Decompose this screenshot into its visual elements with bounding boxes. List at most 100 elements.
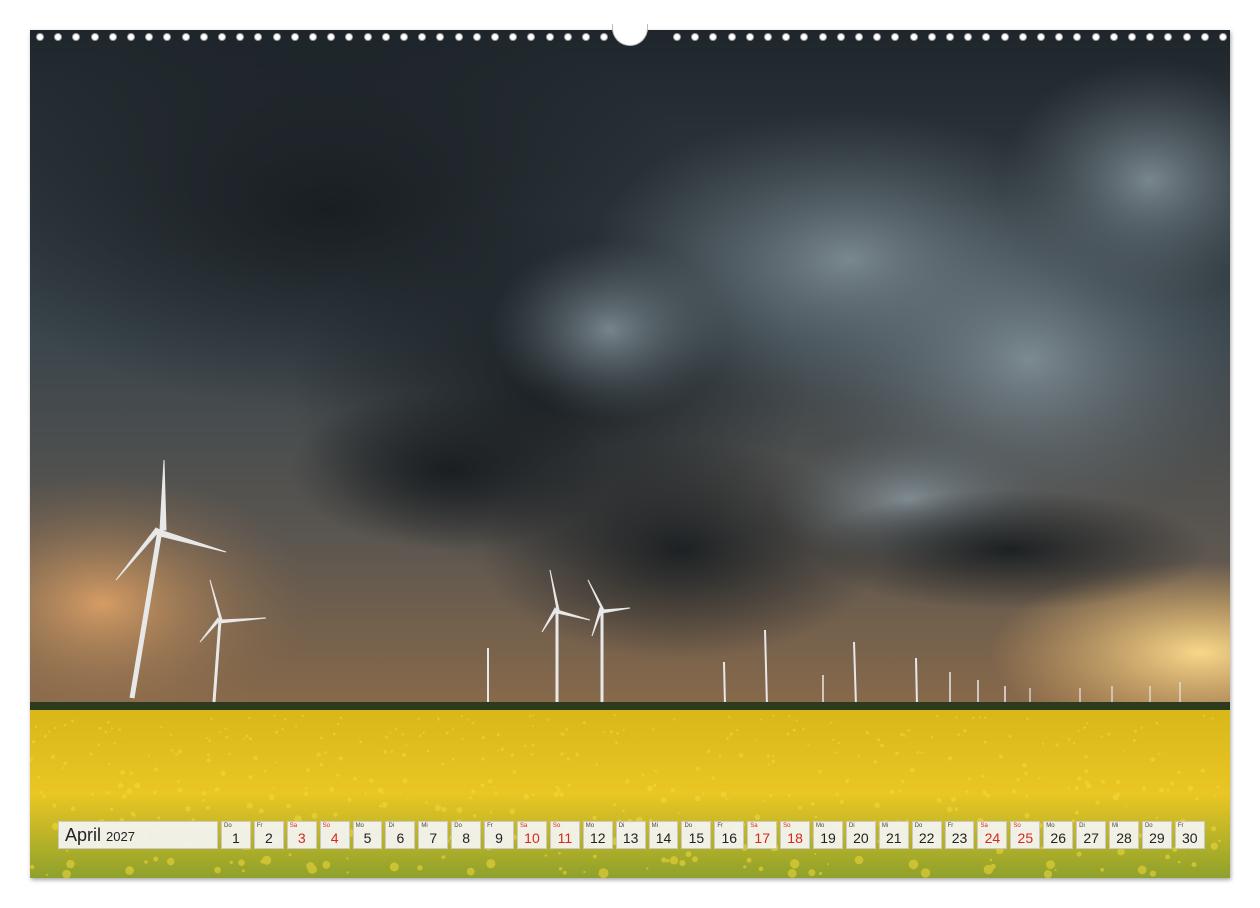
flower-dot bbox=[494, 791, 498, 796]
flower-dot bbox=[110, 807, 114, 811]
flower-dot bbox=[460, 715, 463, 718]
day-cell: Di 20 bbox=[845, 821, 876, 849]
flower-dot bbox=[767, 763, 770, 766]
flower-dot bbox=[1016, 777, 1020, 782]
flower-dot bbox=[497, 749, 500, 752]
flower-dot bbox=[646, 867, 649, 870]
flower-dot bbox=[437, 718, 440, 721]
spiral-hole bbox=[381, 33, 390, 41]
flower-dot bbox=[177, 749, 182, 754]
day-cell: Sa 17 bbox=[747, 821, 778, 849]
spiral-hole bbox=[218, 33, 226, 41]
flower-dot bbox=[1165, 854, 1170, 860]
day-cell: Do 29 bbox=[1141, 821, 1172, 849]
day-abbr: Mi bbox=[651, 823, 658, 829]
flower-dot bbox=[1095, 800, 1100, 805]
flower-dot bbox=[814, 853, 817, 855]
flower-dot bbox=[746, 857, 752, 863]
flower-dot bbox=[754, 814, 761, 820]
spiral-hole bbox=[418, 33, 427, 41]
day-cell: Do 1 bbox=[221, 821, 251, 849]
day-cell: Mi 21 bbox=[878, 821, 909, 849]
flower-dot bbox=[496, 733, 500, 737]
flower-dot bbox=[125, 866, 134, 875]
flower-dot bbox=[795, 719, 798, 722]
flower-dot bbox=[468, 796, 472, 800]
flower-dot bbox=[598, 868, 609, 878]
flower-dot bbox=[1177, 770, 1181, 775]
spiral-hole bbox=[36, 33, 44, 41]
flower-dot bbox=[819, 871, 823, 876]
flower-dot bbox=[487, 778, 493, 784]
day-cell: Sa 3 bbox=[286, 821, 317, 849]
flower-dot bbox=[592, 854, 597, 859]
flower-dot bbox=[909, 767, 915, 773]
flower-dot bbox=[972, 716, 975, 719]
flower-dot bbox=[673, 718, 676, 721]
flower-dot bbox=[336, 773, 340, 777]
flower-dot bbox=[566, 757, 570, 761]
spiral-hole bbox=[1109, 33, 1118, 41]
flower-dot bbox=[1170, 781, 1175, 786]
day-cell: Di 13 bbox=[615, 821, 646, 849]
day-abbr: So bbox=[783, 823, 791, 829]
flower-dot bbox=[160, 726, 163, 729]
flower-dot bbox=[1084, 755, 1088, 759]
flower-dot bbox=[615, 741, 618, 744]
day-cell: Mi 14 bbox=[648, 821, 679, 849]
day-cell: Mo 5 bbox=[352, 821, 383, 849]
flower-dot bbox=[669, 856, 679, 865]
flower-dot bbox=[129, 771, 134, 775]
flower-dot bbox=[273, 714, 276, 717]
flower-dot bbox=[303, 791, 309, 796]
day-abbr: Sa bbox=[289, 823, 298, 829]
spiral-hole bbox=[836, 33, 845, 41]
flower-dot bbox=[117, 782, 124, 789]
spiral-hole bbox=[254, 33, 263, 41]
flower-dot bbox=[253, 756, 258, 761]
flower-dot bbox=[772, 714, 775, 717]
flower-dot bbox=[242, 737, 245, 741]
flower-dot bbox=[61, 766, 65, 770]
day-number: 7 bbox=[429, 830, 438, 846]
day-cell: Do 8 bbox=[451, 821, 482, 849]
flower-dot bbox=[1211, 717, 1214, 720]
flower-dot bbox=[739, 753, 744, 758]
flower-dot bbox=[466, 718, 469, 721]
day-cell: Fr 23 bbox=[944, 821, 975, 849]
flower-dot bbox=[118, 728, 121, 731]
day-cell: Sa 24 bbox=[977, 821, 1008, 849]
flower-dot bbox=[523, 793, 529, 800]
flower-dot bbox=[419, 734, 422, 738]
flower-dot bbox=[486, 859, 496, 869]
flower-dot bbox=[201, 791, 207, 796]
flower-dot bbox=[622, 809, 625, 813]
flower-dot bbox=[560, 752, 564, 756]
flower-dot bbox=[546, 718, 549, 721]
flower-dot bbox=[916, 751, 920, 754]
flower-dot bbox=[1067, 787, 1071, 790]
day-number: 30 bbox=[1181, 830, 1198, 846]
flower-dot bbox=[660, 797, 667, 804]
day-cell: Mo 12 bbox=[582, 821, 613, 849]
flower-dot bbox=[798, 805, 803, 810]
flower-dot bbox=[652, 783, 657, 788]
spiral-hole bbox=[673, 33, 681, 41]
day-abbr: So bbox=[322, 823, 331, 829]
flower-dot bbox=[130, 811, 135, 816]
flower-dot bbox=[480, 783, 485, 788]
flower-dot bbox=[807, 744, 810, 747]
day-cell: Fr 30 bbox=[1174, 821, 1205, 849]
flower-dot bbox=[946, 806, 953, 813]
flower-dot bbox=[225, 736, 228, 739]
flower-dot bbox=[610, 730, 614, 734]
flower-dot bbox=[948, 756, 952, 761]
flower-dot bbox=[787, 715, 790, 718]
day-abbr: Sa bbox=[520, 823, 528, 829]
flower-dot bbox=[553, 791, 560, 798]
flower-dot bbox=[281, 727, 284, 730]
flower-dot bbox=[288, 853, 292, 857]
flower-dot bbox=[718, 755, 722, 758]
day-abbr: Mo bbox=[355, 823, 364, 829]
flower-dot bbox=[1158, 752, 1161, 756]
